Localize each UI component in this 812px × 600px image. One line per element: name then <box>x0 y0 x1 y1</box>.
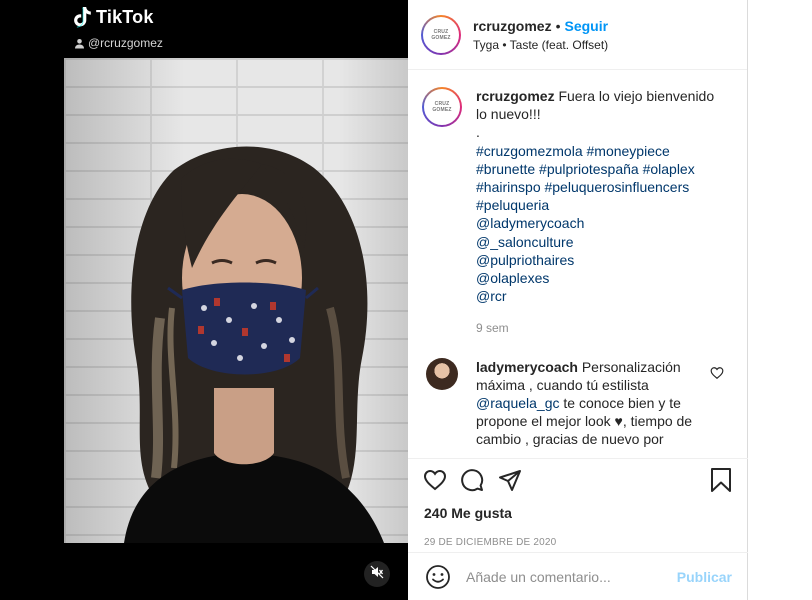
post-actions: 240 Me gusta 29 de diciembre de 2020 <box>408 458 748 564</box>
caption-mention[interactable]: @_salonculture <box>476 233 724 251</box>
avatar[interactable]: CRUZ GOMEZ <box>421 14 461 55</box>
comment-mention[interactable]: @raquela_gc <box>476 395 560 411</box>
video-player[interactable]: TikTok @rcruzgomez <box>0 0 408 600</box>
audio-track[interactable]: Tyga • Taste (feat. Offset) <box>473 38 608 52</box>
post-date[interactable]: 29 de diciembre de 2020 <box>424 537 732 548</box>
video-frame <box>64 58 408 543</box>
comment-input[interactable] <box>466 568 666 585</box>
publish-button[interactable]: Publicar <box>677 569 732 585</box>
emoji-icon[interactable] <box>425 564 451 590</box>
speaker-muted-icon <box>370 565 384 584</box>
heart-icon[interactable] <box>422 461 462 499</box>
comment-username[interactable]: ladymerycoach <box>476 359 578 375</box>
comment-icon[interactable] <box>460 461 500 499</box>
comment-avatar[interactable] <box>426 357 458 390</box>
caption-username[interactable]: rcruzgomez <box>476 88 555 104</box>
avatar-logo-text: CRUZ GOMEZ <box>431 28 451 41</box>
post-header: CRUZ GOMEZ rcruzgomez • Seguir Tyga • Ta… <box>408 0 747 70</box>
caption-hashtag-line[interactable]: #hairinspo #peluquerosinfluencers <box>476 178 724 196</box>
post-caption: CRUZ GOMEZ rcruzgomez Fuera lo viejo bie… <box>422 87 732 338</box>
add-comment-bar: Publicar <box>408 552 748 600</box>
comments-section[interactable]: CRUZ GOMEZ rcruzgomez Fuera lo viejo bie… <box>408 71 748 458</box>
caption-timestamp[interactable]: 9 sem <box>476 319 724 337</box>
caption-avatar[interactable]: CRUZ GOMEZ <box>422 87 462 127</box>
caption-dot: . <box>476 124 480 141</box>
tiktok-logo: TikTok <box>72 6 154 28</box>
follow-button[interactable]: Seguir <box>564 18 608 34</box>
caption-mention[interactable]: @ladymerycoach <box>476 214 724 232</box>
user-icon <box>74 38 85 49</box>
video-subject-illustration <box>124 146 384 543</box>
tiktok-note-icon <box>72 6 92 28</box>
comment-like-heart-icon[interactable] <box>710 366 724 449</box>
caption-mention[interactable]: @pulpriothaires <box>476 251 724 269</box>
caption-hashtag-line[interactable]: #brunette #pulpriotespaña #olaplex <box>476 160 724 178</box>
tiktok-handle-text: @rcruzgomez <box>88 36 163 50</box>
caption-hashtag-line[interactable]: #cruzgomezmola #moneypiece <box>476 142 724 160</box>
caption-mention[interactable]: @rcr <box>476 287 724 305</box>
likes-count[interactable]: 240 Me gusta <box>424 505 732 521</box>
header-username[interactable]: rcruzgomez <box>473 18 552 34</box>
mute-button[interactable] <box>364 561 390 587</box>
tiktok-handle: @rcruzgomez <box>74 36 163 50</box>
share-icon[interactable] <box>498 461 538 499</box>
post-side-panel: CRUZ GOMEZ rcruzgomez • Seguir Tyga • Ta… <box>408 0 748 600</box>
tiktok-brand: TikTok <box>96 6 154 27</box>
caption-hashtag-line[interactable]: #peluqueria <box>476 196 724 214</box>
comment-item: ladymerycoach Personalización máxima , c… <box>422 357 732 449</box>
bookmark-icon[interactable] <box>702 461 732 499</box>
header-separator: • <box>555 17 561 34</box>
caption-mention[interactable]: @olaplexes <box>476 269 724 287</box>
